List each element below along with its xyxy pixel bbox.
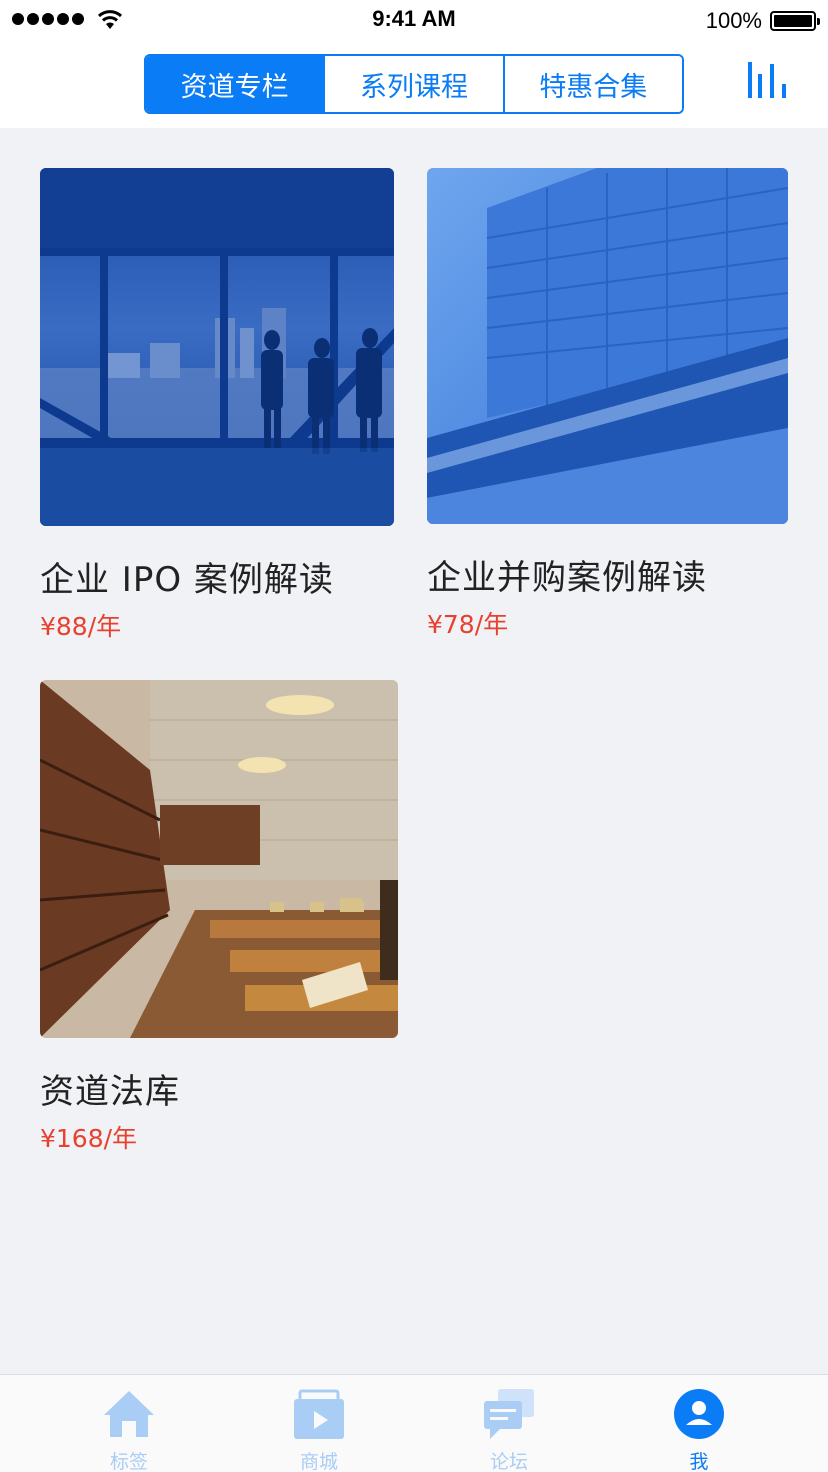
profile-icon [674, 1389, 724, 1439]
store-icon [294, 1389, 344, 1439]
product-card-ipo[interactable]: 企业 IPO 案例解读 ¥88/年 [40, 168, 396, 643]
product-card-mna[interactable]: 企业并购案例解读 ¥78/年 [427, 168, 789, 641]
chat-icon [484, 1389, 534, 1439]
tab-label: 论坛 [489, 1451, 528, 1472]
office-window-skyline-photo[interactable] [40, 168, 394, 526]
product-price: ¥78/年 [427, 610, 509, 639]
library-reading-room-photo[interactable] [40, 680, 398, 1038]
home-icon [104, 1391, 154, 1437]
product-title: 企业 IPO 案例解读 [40, 560, 334, 600]
product-title: 资道法库 [40, 1072, 180, 1112]
product-price: ¥168/年 [40, 1124, 138, 1153]
tab-store[interactable]: 商城 [224, 1375, 414, 1472]
segment-control: 资道专栏 系列课程 特惠合集 [144, 54, 684, 114]
product-card-law[interactable]: 资道法库 ¥168/年 [40, 680, 398, 1155]
status-bar: 9:41 AM 100% [0, 0, 828, 40]
battery-percent: 100% [705, 8, 762, 33]
glass-building-photo[interactable] [427, 168, 788, 524]
segment-column[interactable]: 资道专栏 [146, 56, 326, 112]
top-nav: 资道专栏 系列课程 特惠合集 [0, 40, 828, 128]
segment-deals[interactable]: 特惠合集 [504, 56, 682, 112]
tab-bar: 标签 商城 论坛 我 [0, 1374, 828, 1472]
battery-icon [770, 11, 820, 31]
tab-label: 商城 [299, 1451, 338, 1472]
product-price: ¥88/年 [40, 612, 122, 641]
status-time: 9:41 AM [372, 6, 456, 31]
tab-tags[interactable]: 标签 [34, 1375, 224, 1472]
tab-forum[interactable]: 论坛 [414, 1375, 604, 1472]
bar-chart-icon[interactable] [746, 60, 790, 100]
tab-label: 标签 [109, 1451, 148, 1472]
segment-courses[interactable]: 系列课程 [325, 56, 505, 112]
tab-me[interactable]: 我 [604, 1375, 794, 1472]
tab-label: 我 [689, 1451, 709, 1472]
product-title: 企业并购案例解读 [427, 558, 707, 598]
